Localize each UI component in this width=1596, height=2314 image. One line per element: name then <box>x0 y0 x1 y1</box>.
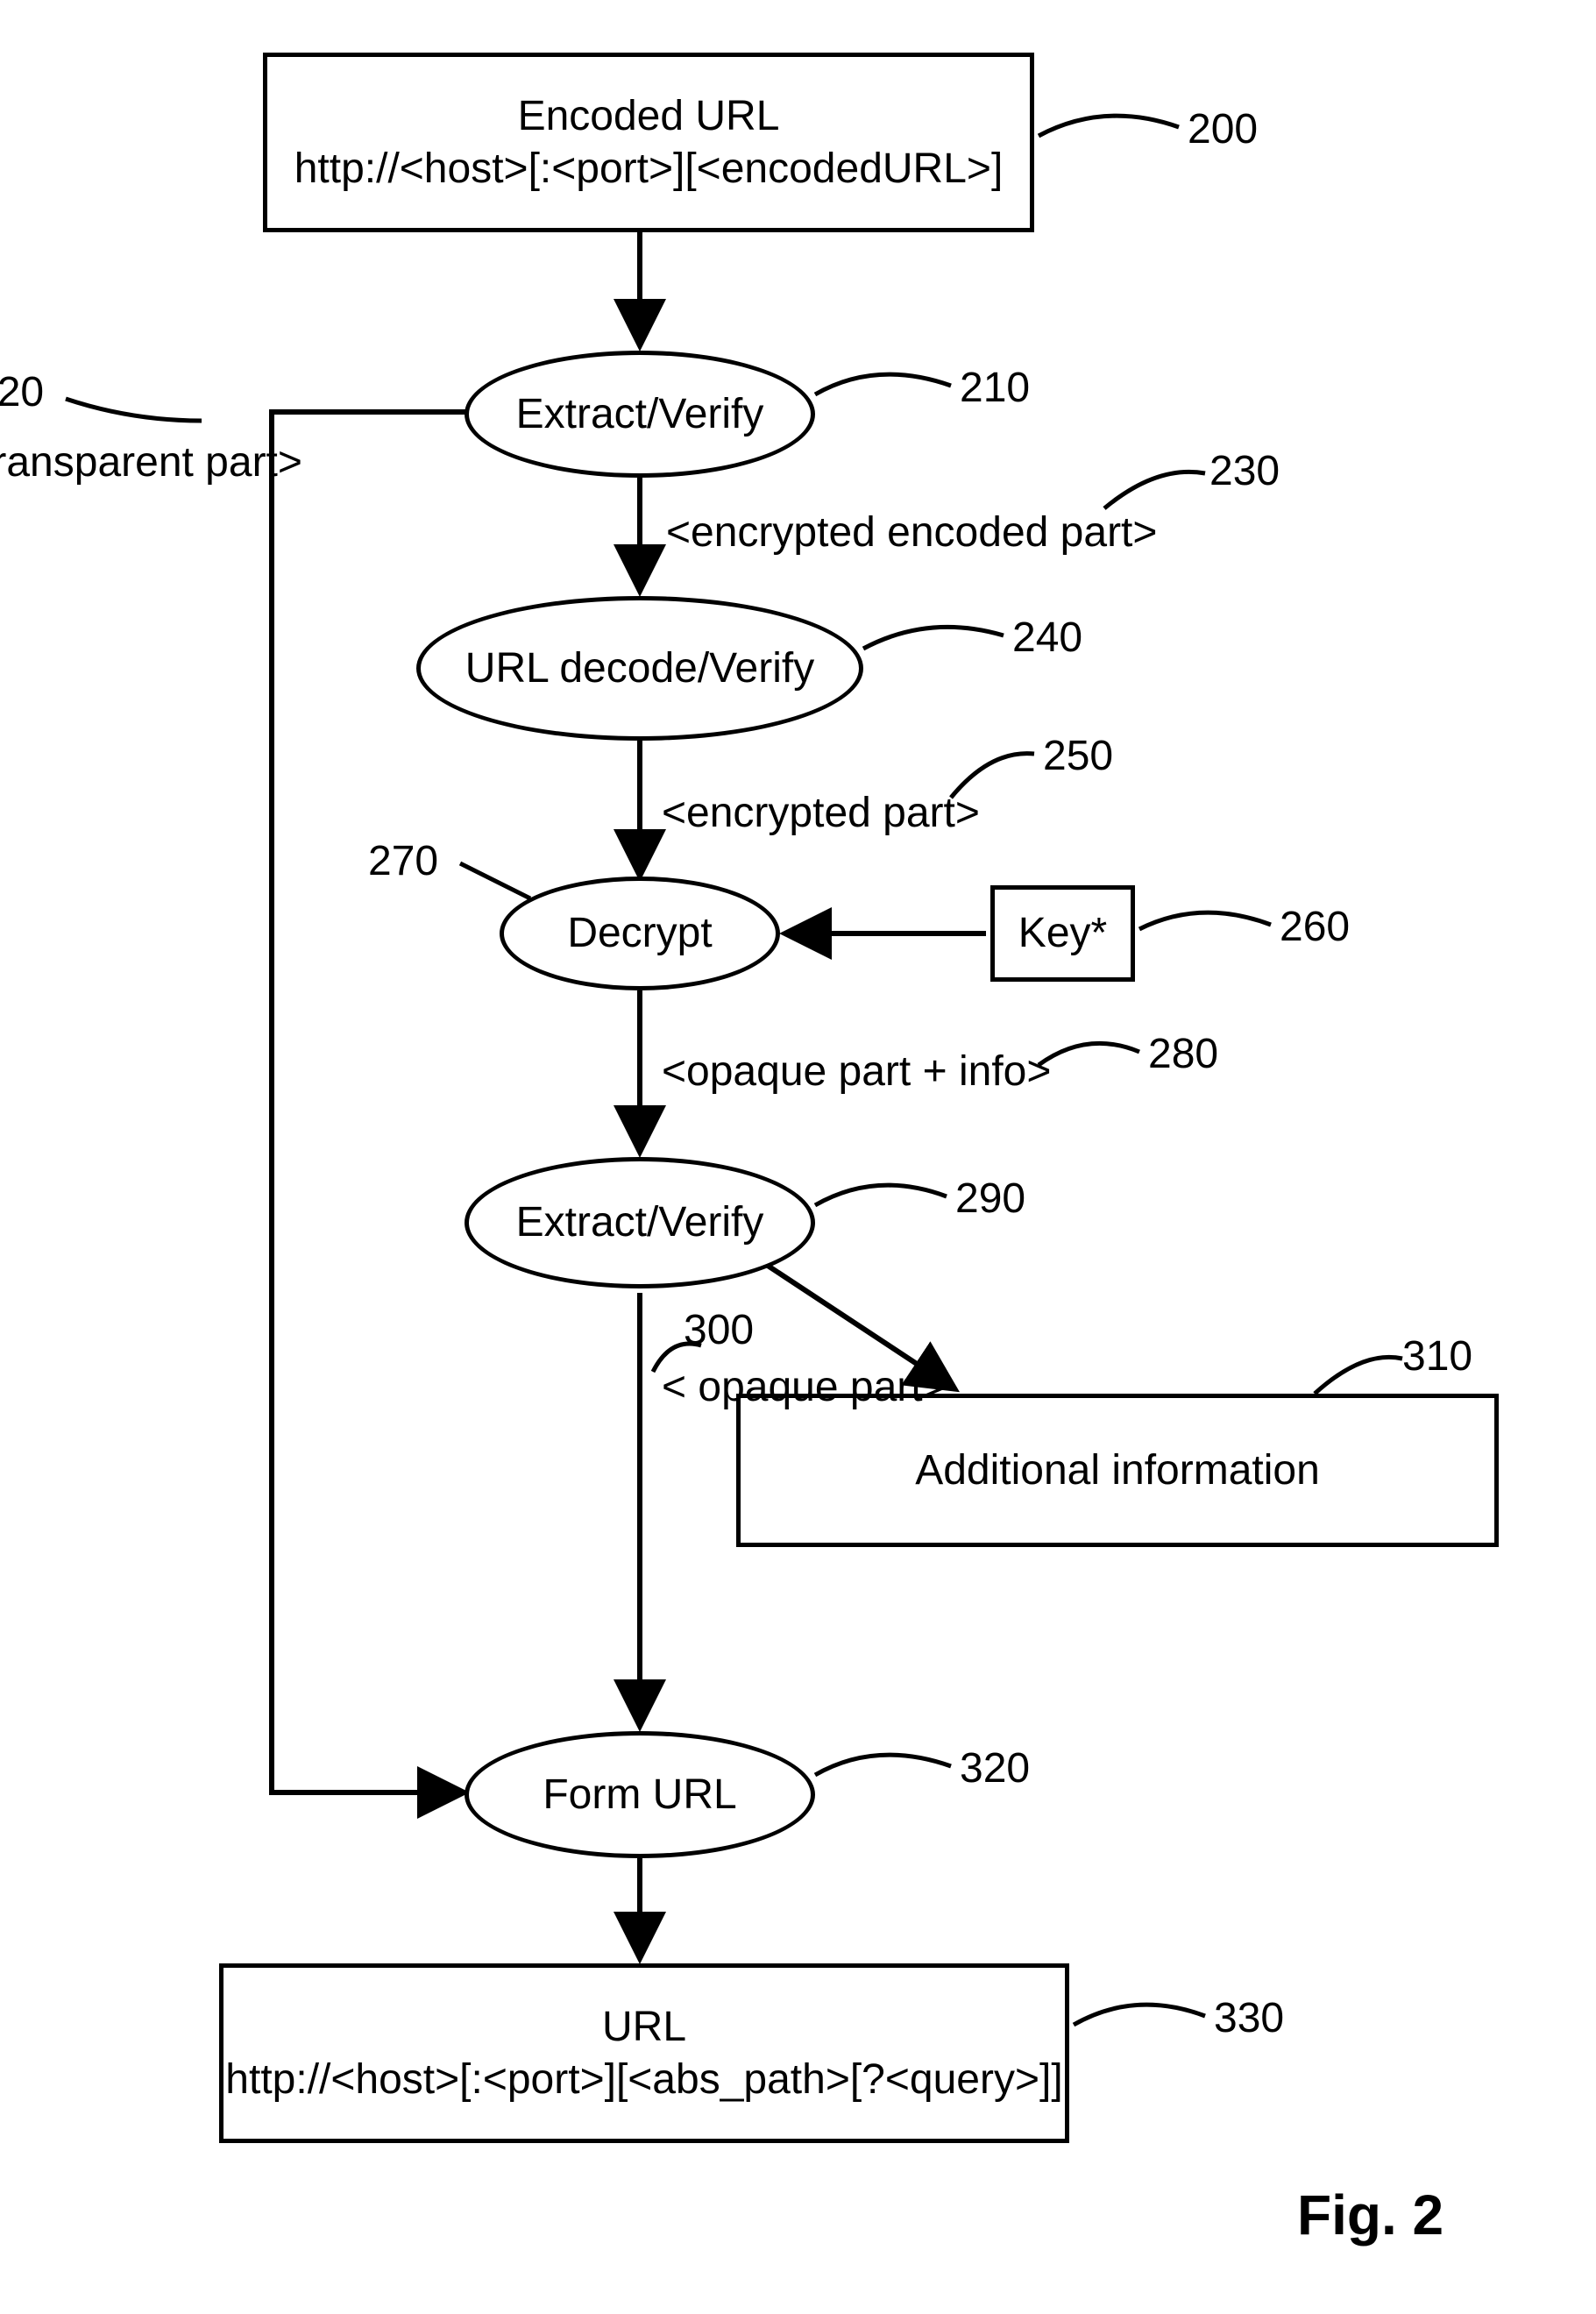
lead-330 <box>0 0 1596 2314</box>
figure-label: Fig. 2 <box>1297 2183 1443 2247</box>
flowchart-canvas: Encoded URL http://<host>[:<port>][<enco… <box>0 0 1596 2314</box>
